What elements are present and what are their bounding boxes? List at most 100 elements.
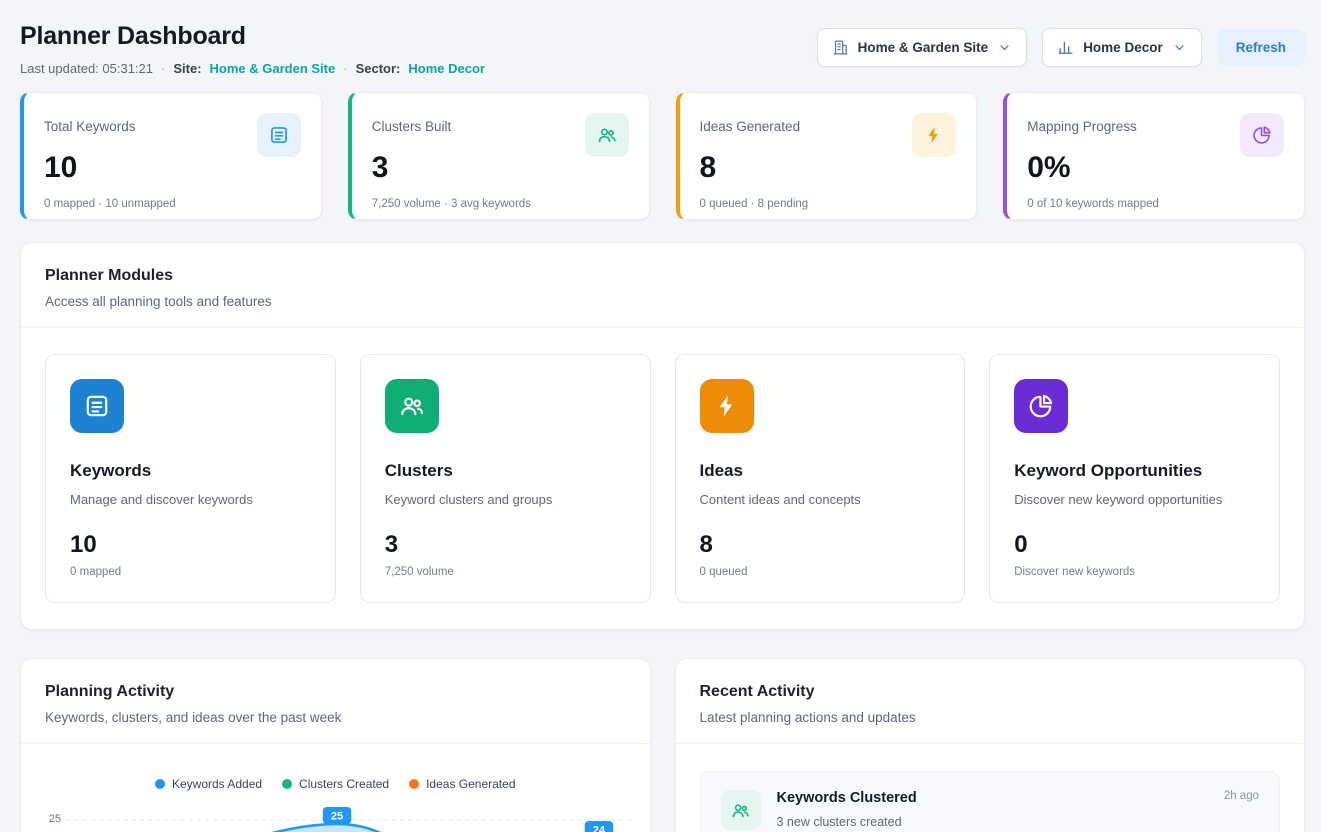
last-updated-text: Last updated: 05:31:21 <box>20 61 153 76</box>
module-value: 0 <box>1014 531 1255 559</box>
recent-activity-subtitle: Latest planning actions and updates <box>700 710 1281 725</box>
lightning-icon <box>912 113 956 157</box>
divider <box>21 743 650 744</box>
header-actions: Home & Garden Site Home Decor Refresh <box>817 28 1305 67</box>
module-detail: 7,250 volume <box>385 566 626 578</box>
stat-detail: 0 of 10 keywords mapped <box>1027 198 1284 210</box>
chevron-down-icon <box>997 40 1012 55</box>
meta-separator: · <box>161 61 165 76</box>
module-title: Keywords <box>70 461 311 481</box>
header-meta: Last updated: 05:31:21 · Site: Home & Ga… <box>20 61 485 76</box>
stat-detail: 7,250 volume · 3 avg keywords <box>372 198 629 210</box>
recent-activity-panel: Recent Activity Latest planning actions … <box>675 658 1306 832</box>
recent-item-timestamp: 2h ago <box>1224 790 1259 802</box>
module-value: 10 <box>70 531 311 559</box>
module-description: Manage and discover keywords <box>70 492 311 507</box>
chevron-down-icon <box>1172 40 1187 55</box>
meta-separator: · <box>343 61 347 76</box>
recent-item-description: 3 new clusters created <box>777 815 1260 829</box>
modules-grid: Keywords Manage and discover keywords 10… <box>21 328 1304 629</box>
stat-label: Ideas Generated <box>700 113 801 134</box>
module-description: Discover new keyword opportunities <box>1014 492 1255 507</box>
planner-modules-panel: Planner Modules Access all planning tool… <box>20 242 1305 630</box>
document-lines-icon <box>70 379 124 433</box>
site-label: Site: <box>173 61 201 76</box>
module-detail: 0 mapped <box>70 566 311 578</box>
module-value: 8 <box>700 531 941 559</box>
module-detail: Discover new keywords <box>1014 566 1255 578</box>
legend-item-clusters-created[interactable]: Clusters Created <box>282 777 389 791</box>
header-left: Planner Dashboard Last updated: 05:31:21… <box>20 18 485 76</box>
module-title: Ideas <box>700 461 941 481</box>
refresh-button[interactable]: Refresh <box>1217 29 1305 66</box>
stat-card-mapping-progress: Mapping Progress 0% 0 of 10 keywords map… <box>1003 92 1305 220</box>
chart-point-label: 25 <box>323 807 351 824</box>
module-card-keywords[interactable]: Keywords Manage and discover keywords 10… <box>45 354 336 603</box>
recent-activity-title: Recent Activity <box>700 683 1281 701</box>
chart-canvas: 25 24 <box>67 801 636 832</box>
recent-activity-item: Keywords Clustered 2h ago 3 new clusters… <box>700 771 1281 832</box>
svg-text:24: 24 <box>593 825 606 832</box>
planner-dashboard-page: Planner Dashboard Last updated: 05:31:21… <box>0 0 1321 832</box>
legend-label: Ideas Generated <box>426 777 515 791</box>
svg-text:25: 25 <box>331 811 343 823</box>
planning-activity-subtitle: Keywords, clusters, and ideas over the p… <box>45 710 626 725</box>
legend-label: Keywords Added <box>172 777 262 791</box>
users-icon <box>385 379 439 433</box>
legend-item-ideas-generated[interactable]: Ideas Generated <box>409 777 515 791</box>
recent-item-title: Keywords Clustered <box>777 790 917 806</box>
sector-link[interactable]: Home Decor <box>408 61 485 76</box>
legend-label: Clusters Created <box>299 777 389 791</box>
sector-label: Sector: <box>356 61 401 76</box>
modules-section-subtitle: Access all planning tools and features <box>45 294 1280 309</box>
site-link[interactable]: Home & Garden Site <box>210 61 336 76</box>
chart-point-label: 24 <box>585 821 613 832</box>
module-detail: 0 queued <box>700 566 941 578</box>
module-title: Keyword Opportunities <box>1014 461 1255 481</box>
activity-chart: 25 25 24 <box>21 801 650 832</box>
site-selector-label: Home & Garden Site <box>858 40 989 55</box>
pie-chart-icon <box>1014 379 1068 433</box>
site-selector-dropdown[interactable]: Home & Garden Site <box>817 28 1028 67</box>
sector-selector-label: Home Decor <box>1083 40 1163 55</box>
modules-section-title: Planner Modules <box>45 267 1280 285</box>
module-description: Content ideas and concepts <box>700 492 941 507</box>
module-title: Clusters <box>385 461 626 481</box>
area-chart-svg: 25 24 <box>67 801 636 832</box>
stat-card-total-keywords: Total Keywords 10 0 mapped · 10 unmapped <box>20 92 322 220</box>
users-icon <box>585 113 629 157</box>
users-icon <box>721 790 761 830</box>
module-value: 3 <box>385 531 626 559</box>
stats-row: Total Keywords 10 0 mapped · 10 unmapped… <box>20 92 1305 220</box>
module-description: Keyword clusters and groups <box>385 492 626 507</box>
divider <box>676 743 1305 744</box>
stat-detail: 0 queued · 8 pending <box>700 198 957 210</box>
legend-dot <box>155 779 165 789</box>
document-lines-icon <box>257 113 301 157</box>
stat-card-clusters-built: Clusters Built 3 7,250 volume · 3 avg ke… <box>348 92 650 220</box>
legend-dot <box>409 779 419 789</box>
recent-item-body: Keywords Clustered 2h ago 3 new clusters… <box>777 790 1260 829</box>
module-card-clusters[interactable]: Clusters Keyword clusters and groups 3 7… <box>360 354 651 603</box>
planning-activity-title: Planning Activity <box>45 683 626 701</box>
stat-detail: 0 mapped · 10 unmapped <box>44 198 301 210</box>
lightning-icon <box>700 379 754 433</box>
header: Planner Dashboard Last updated: 05:31:21… <box>20 18 1305 76</box>
pie-chart-icon <box>1240 113 1284 157</box>
stat-label: Total Keywords <box>44 113 136 134</box>
bar-chart-icon <box>1057 39 1074 56</box>
chart-legend: Keywords Added Clusters Created Ideas Ge… <box>21 777 650 791</box>
stat-label: Clusters Built <box>372 113 452 134</box>
page-title: Planner Dashboard <box>20 22 485 51</box>
building-icon <box>832 39 849 56</box>
stat-card-ideas-generated: Ideas Generated 8 0 queued · 8 pending <box>676 92 978 220</box>
sector-selector-dropdown[interactable]: Home Decor <box>1042 28 1202 67</box>
legend-item-keywords-added[interactable]: Keywords Added <box>155 777 262 791</box>
planning-activity-panel: Planning Activity Keywords, clusters, an… <box>20 658 651 832</box>
module-card-ideas[interactable]: Ideas Content ideas and concepts 8 0 que… <box>675 354 966 603</box>
legend-dot <box>282 779 292 789</box>
module-card-keyword-opportunities[interactable]: Keyword Opportunities Discover new keywo… <box>989 354 1280 603</box>
stat-label: Mapping Progress <box>1027 113 1137 134</box>
y-axis-tick-label: 25 <box>39 801 67 832</box>
bottom-row: Planning Activity Keywords, clusters, an… <box>20 658 1305 832</box>
